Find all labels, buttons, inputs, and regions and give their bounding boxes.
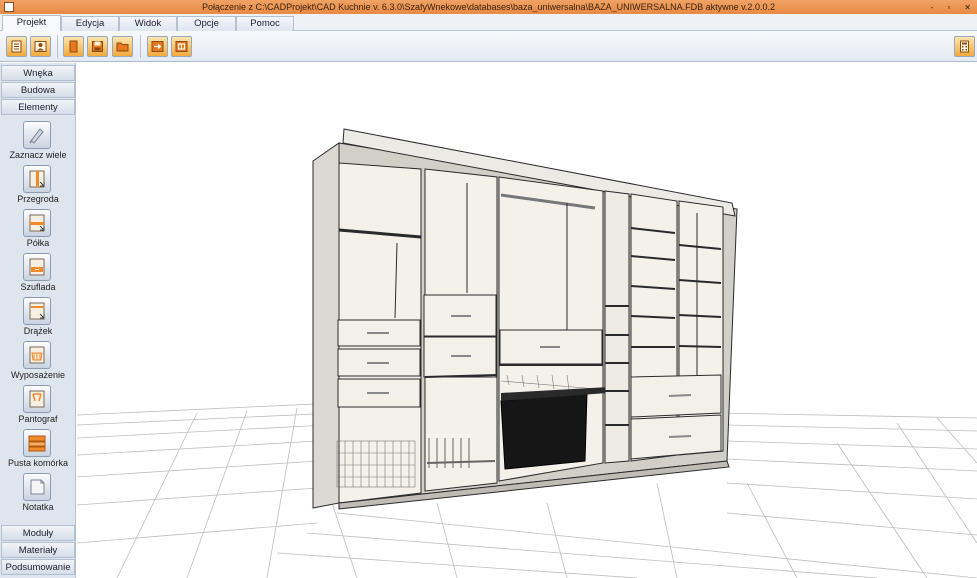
window-title: Połączenie z C:\CADProjekt\CAD Kuchnie v… xyxy=(202,2,775,12)
ribbon-separator xyxy=(140,35,141,58)
pantograph-icon xyxy=(29,390,45,408)
sidebar-section-materialy[interactable]: Materiały xyxy=(1,542,75,558)
tool-wyposazenie[interactable]: Wyposażenie xyxy=(0,339,76,383)
menu-tab-bar: Projekt Edycja Widok Opcje Pomoc xyxy=(0,14,977,32)
tool-label: Zaznacz wiele xyxy=(9,150,67,160)
minimize-button[interactable]: - xyxy=(931,3,934,12)
tool-szuflada[interactable]: Szuflada xyxy=(0,251,76,295)
tool-pusta-komorka[interactable]: Pusta komórka xyxy=(0,427,76,471)
save-icon xyxy=(92,41,103,52)
tool-label: Drążek xyxy=(23,326,53,336)
partition-icon xyxy=(29,170,45,188)
tool-label: Szuflada xyxy=(20,282,56,292)
tab-edycja[interactable]: Edycja xyxy=(61,16,119,31)
sidebar-section-budowa[interactable]: Budowa xyxy=(1,82,75,98)
ribbon-toolbar xyxy=(0,31,977,62)
tab-pomoc[interactable]: Pomoc xyxy=(236,16,294,31)
drawer-icon xyxy=(29,258,45,276)
new-page-button[interactable] xyxy=(63,36,84,57)
list-document-icon xyxy=(11,40,22,53)
import-button[interactable] xyxy=(171,36,192,57)
tool-notatka[interactable]: Notatka xyxy=(0,471,76,515)
wardrobe-scene[interactable] xyxy=(77,63,977,578)
save-button[interactable] xyxy=(87,36,108,57)
sidebar: Wnęka Budowa Elementy Zaznacz wiele Prze… xyxy=(0,63,76,578)
user-card-button[interactable] xyxy=(30,36,51,57)
tool-label: Półka xyxy=(26,238,50,248)
tool-drazek[interactable]: Drążek xyxy=(0,295,76,339)
import-frame-icon xyxy=(175,41,188,52)
sidebar-section-elementy[interactable]: Elementy xyxy=(1,99,75,115)
compartment-narrow[interactable] xyxy=(604,190,630,464)
tool-label: Notatka xyxy=(22,502,54,512)
app-window: Połączenie z C:\CADProjekt\CAD Kuchnie v… xyxy=(0,0,977,578)
user-card-icon xyxy=(34,41,47,52)
tool-label: Przegroda xyxy=(17,194,59,204)
sidebar-section-wneka[interactable]: Wnęka xyxy=(1,65,75,81)
3d-viewport[interactable] xyxy=(77,63,977,578)
restore-button[interactable]: ▫ xyxy=(947,3,950,12)
tab-widok[interactable]: Widok xyxy=(119,16,177,31)
tool-pantograf[interactable]: Pantograf xyxy=(0,383,76,427)
calculator-button[interactable] xyxy=(954,36,975,57)
close-button[interactable]: ✕ xyxy=(964,3,971,12)
tab-opcje[interactable]: Opcje xyxy=(177,16,236,31)
tab-projekt[interactable]: Projekt xyxy=(2,15,61,32)
tool-zaznacz-wiele[interactable]: Zaznacz wiele xyxy=(0,119,76,163)
wardrobe-left-side[interactable] xyxy=(312,142,340,509)
title-bar: Połączenie z C:\CADProjekt\CAD Kuchnie v… xyxy=(0,0,977,14)
export-button[interactable] xyxy=(147,36,168,57)
note-icon xyxy=(30,479,45,495)
tool-label: Pantograf xyxy=(18,414,58,424)
ribbon-separator xyxy=(57,35,58,58)
shelf-icon xyxy=(29,214,45,232)
list-document-button[interactable] xyxy=(6,36,27,57)
open-folder-icon xyxy=(116,42,129,52)
tool-przegroda[interactable]: Przegroda xyxy=(0,163,76,207)
tool-label: Pusta komórka xyxy=(7,458,69,468)
tool-polka[interactable]: Półka xyxy=(0,207,76,251)
sidebar-section-podsumowanie[interactable]: Podsumowanie xyxy=(1,559,75,575)
empty-cell-icon xyxy=(28,435,46,452)
equipment-icon xyxy=(29,346,45,364)
select-multiple-icon xyxy=(29,128,44,144)
open-folder-button[interactable] xyxy=(112,36,133,57)
sidebar-section-moduly[interactable]: Moduły xyxy=(1,525,75,541)
new-page-icon xyxy=(69,40,78,53)
storage-basket[interactable] xyxy=(500,392,588,470)
calculator-icon xyxy=(960,40,969,53)
rod-icon xyxy=(29,302,45,320)
export-arrow-icon xyxy=(151,41,164,52)
tool-label: Wyposażenie xyxy=(11,370,65,380)
